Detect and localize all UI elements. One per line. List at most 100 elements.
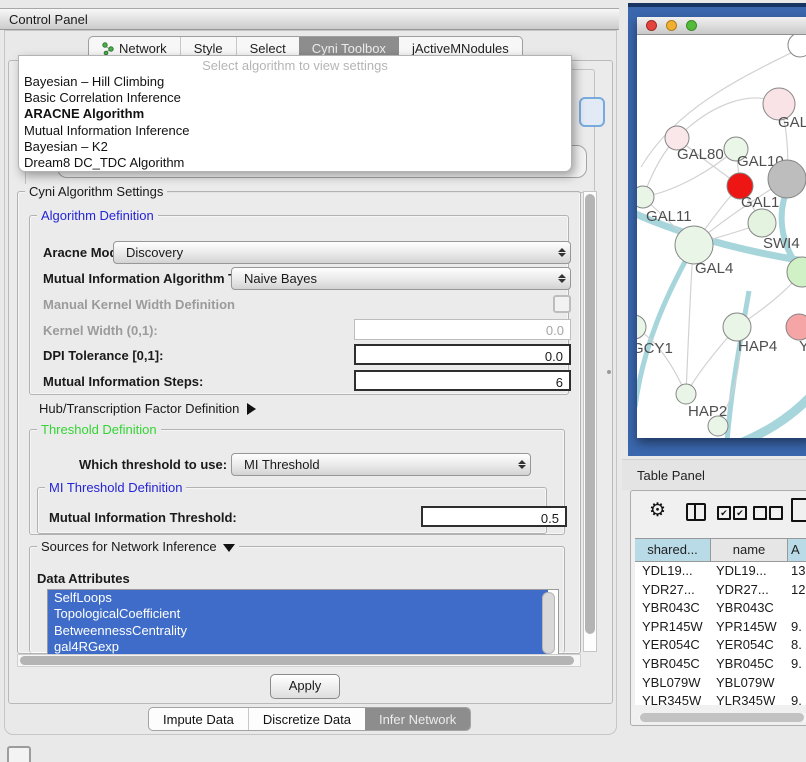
network-canvas[interactable]: GALGAL80GAL10GAL1GAL11SWI4GAL4GCY1HAP4YH… [637,35,806,438]
network-node[interactable] [675,226,713,264]
table-cell: 9. [788,618,806,637]
mi-algorithm-type-select[interactable]: Naive Bayes [231,267,571,290]
table-row[interactable]: YDL19...YDL19...13 [635,562,806,581]
table-row[interactable]: YDR27...YDR27...12 [635,581,806,600]
uncheck-all-icon-2[interactable] [769,506,783,520]
network-node[interactable] [768,160,806,198]
table-cell: YBL079W [635,674,711,693]
sources-toggle[interactable]: Sources for Network Inference [37,539,239,554]
table-horizontal-scrollbar[interactable] [639,713,806,722]
tab-discretize-data[interactable]: Discretize Data [248,708,365,730]
split-columns-icon[interactable] [686,503,706,521]
network-view-frame: GALGAL80GAL10GAL1GAL11SWI4GAL4GCY1HAP4YH… [628,3,806,456]
table-panel-title: Table Panel [637,468,705,483]
table-header-row: shared... name A [635,538,806,562]
table-cell: YER054C [635,636,711,655]
network-node-label: GAL1 [741,194,779,211]
network-graph: GALGAL80GAL10GAL1GAL11SWI4GAL4GCY1HAP4YH… [637,35,806,438]
document-icon[interactable] [791,498,806,522]
table-cell: 9. [788,692,806,705]
table-cell: YDR27... [635,581,711,600]
attribute-list[interactable]: SelfLoopsTopologicalCoefficientBetweenne… [47,589,559,657]
control-panel-title: Control Panel [9,12,88,27]
check-all-icon[interactable]: ✔ [717,506,731,520]
table-cell: YLR345W [711,692,788,705]
network-window-titlebar[interactable] [637,17,806,35]
table-panel: ⚙ ✔ ✔ shared... name A YDL19...YDL19...1… [630,490,806,726]
table-cell: YPR145W [635,618,711,637]
network-node[interactable] [708,416,728,436]
mi-steps-label: Mutual Information Steps: [43,374,203,389]
manual-kernel-width-label: Manual Kernel Width Definition [43,297,235,312]
dpi-tolerance-field[interactable]: 0.0 [354,344,571,365]
algorithm-option[interactable]: Bayesian – K2 [19,139,571,155]
network-node[interactable] [637,186,654,208]
check-all-icon-2[interactable]: ✔ [733,506,747,520]
uncheck-all-icon[interactable] [753,506,767,520]
table-row[interactable]: YBR043CYBR043C [635,599,806,618]
table-cell: YER054C [711,636,788,655]
table-row[interactable]: YLR345WYLR345W9. [635,692,806,705]
algorithm-combobox-fragment[interactable] [579,97,605,127]
network-node-label: GCY1 [637,340,673,357]
kernel-width-label: Kernel Width (0,1): [43,323,158,338]
manual-kernel-width-checkbox[interactable] [553,295,571,313]
network-edge [725,387,806,438]
kernel-width-field[interactable]: 0.0 [354,319,571,340]
network-node[interactable] [637,315,646,339]
table-cell [788,674,806,693]
algorithm-option[interactable]: Bayesian – Hill Climbing [19,74,571,90]
network-window[interactable]: GALGAL80GAL10GAL1GAL11SWI4GAL4GCY1HAP4YH… [637,17,806,438]
algorithm-option[interactable]: ARACNE Algorithm [19,106,571,122]
algorithm-option[interactable]: Mutual Information Inference [19,123,571,139]
group-title: Threshold Definition [37,422,161,437]
table-row[interactable]: YPR145WYPR145W9. [635,618,806,637]
dpi-tolerance-label: DPI Tolerance [0,1]: [43,348,163,363]
table-cell: YBL079W [711,674,788,693]
algorithm-option[interactable]: Dream8 DC_TDC Algorithm [19,155,571,171]
settings-horizontal-scrollbar[interactable] [17,654,581,667]
data-attributes-label: Data Attributes [37,571,130,586]
column-header-name[interactable]: name [711,539,788,561]
spinner-arrows-icon [554,274,570,283]
column-header-partial[interactable]: A [788,539,806,561]
hub-definition-toggle[interactable]: Hub/Transcription Factor Definition [39,401,256,416]
network-icon [102,42,114,55]
bottom-tabbar: Impute Data Discretize Data Infer Networ… [148,707,471,731]
table-row[interactable]: YER054CYER054C8. [635,636,806,655]
network-node[interactable] [786,314,806,340]
column-header-shared-name[interactable]: shared... [635,539,711,561]
table-row[interactable]: YBL079WYBL079W [635,674,806,693]
zoom-traffic-light-icon[interactable] [686,20,697,31]
spinner-arrows-icon [514,460,530,469]
minimized-panel-icon[interactable] [7,746,31,762]
close-traffic-light-icon[interactable] [646,20,657,31]
attribute-list-item[interactable]: BetweennessCentrality [48,623,548,639]
mi-threshold-field[interactable]: 0.5 [421,506,567,527]
tab-infer-network[interactable]: Infer Network [365,708,470,730]
minimize-traffic-light-icon[interactable] [666,20,677,31]
tab-impute-data[interactable]: Impute Data [149,708,248,730]
table-cell [788,599,806,618]
control-panel-titlebar[interactable]: Control Panel [0,8,619,30]
attribute-list-item[interactable]: TopologicalCoefficient [48,606,548,622]
network-node[interactable] [748,209,776,237]
table-cell: YDL19... [711,562,788,581]
aracne-mode-select[interactable]: Discovery [113,241,571,264]
mi-steps-field[interactable]: 6 [354,370,571,391]
table-row[interactable]: YBR045CYBR045C9. [635,655,806,674]
gear-icon[interactable]: ⚙ [649,499,666,522]
which-threshold-select[interactable]: MI Threshold [231,453,531,476]
which-threshold-label: Which threshold to use: [79,457,227,472]
apply-button[interactable]: Apply [270,674,340,699]
panel-divider-grip[interactable] [607,370,611,374]
table-cell: 12 [788,581,806,600]
mi-algorithm-type-label: Mutual Information Algorithm Type: [43,271,262,286]
list-scrollbar[interactable] [542,592,555,654]
network-node[interactable] [723,313,751,341]
network-node[interactable] [676,384,696,404]
settings-vertical-scrollbar[interactable] [583,191,597,652]
algorithm-option[interactable]: Basic Correlation Inference [19,90,571,106]
network-edge [686,249,693,394]
attribute-list-item[interactable]: SelfLoops [48,590,548,606]
